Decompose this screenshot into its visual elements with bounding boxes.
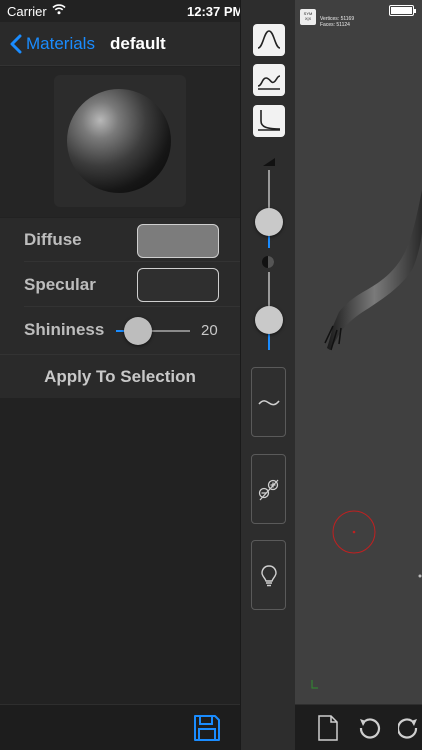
falloff-curve-icon <box>257 75 281 90</box>
shininess-row: Shininess 20 <box>24 308 240 352</box>
falloff-curve-icon <box>257 30 281 49</box>
save-button[interactable] <box>193 714 221 747</box>
back-button-label: Materials <box>26 34 95 53</box>
shininess-label: Shininess <box>24 320 105 339</box>
brush-strength-icon <box>262 256 274 268</box>
new-document-button[interactable] <box>317 714 339 747</box>
shininess-value: 20 <box>201 322 218 339</box>
brush-tool-strip <box>240 0 295 750</box>
falloff-sharp-button[interactable] <box>253 105 285 137</box>
brush-strength-thumb[interactable] <box>255 306 283 334</box>
symmetry-icon <box>258 479 279 501</box>
save-icon <box>194 715 220 741</box>
specular-color-swatch[interactable] <box>137 268 219 302</box>
brush-size-icon <box>263 158 275 166</box>
material-panel: Carrier 12:37 PM Materials default Diffu… <box>0 0 244 750</box>
redo-icon <box>396 718 418 739</box>
brush-stroke-icon <box>258 400 280 406</box>
viewport-bottom-toolbar <box>295 704 422 750</box>
falloff-smooth-button[interactable] <box>253 24 285 56</box>
lighting-button[interactable] <box>251 540 286 610</box>
lightbulb-icon <box>261 565 277 587</box>
material-preview-area <box>0 67 240 217</box>
new-document-icon <box>318 715 338 741</box>
axis-gizmo <box>311 680 318 689</box>
sculpt-viewport[interactable]: SYM X|X Vertices: 51169 Faces: 51124 <box>295 0 422 704</box>
carrier-label: Carrier <box>7 4 47 19</box>
back-button[interactable]: Materials <box>10 30 95 58</box>
stroke-button[interactable] <box>251 367 286 437</box>
material-properties: Diffuse Specular Shininess 20 Apply To S… <box>0 218 240 398</box>
left-bottom-toolbar <box>0 704 240 750</box>
wifi-icon <box>52 3 66 18</box>
diffuse-color-swatch[interactable] <box>137 224 219 258</box>
symmetry-button[interactable] <box>251 454 286 524</box>
preview-sphere <box>67 89 171 193</box>
undo-icon <box>359 718 381 739</box>
diffuse-label: Diffuse <box>24 230 82 249</box>
page-title: default <box>110 34 166 53</box>
clock: 12:37 PM <box>187 4 244 19</box>
navigation-bar: Materials default <box>0 22 240 66</box>
undo-button[interactable] <box>357 715 383 746</box>
brush-size-thumb[interactable] <box>255 208 283 236</box>
back-chevron-icon <box>10 34 22 54</box>
specular-label: Specular <box>24 275 96 294</box>
shininess-slider-thumb[interactable] <box>124 317 152 345</box>
falloff-plateau-button[interactable] <box>253 64 285 96</box>
specular-row: Specular <box>24 263 240 307</box>
status-bar: Carrier 12:37 PM <box>0 0 244 22</box>
sculpt-model <box>311 190 422 689</box>
redo-button[interactable] <box>396 715 422 746</box>
brush-strength-track[interactable] <box>268 272 270 306</box>
material-preview <box>54 75 186 207</box>
falloff-curve-icon <box>258 110 281 131</box>
diffuse-row: Diffuse <box>24 218 240 262</box>
apply-to-selection-button[interactable]: Apply To Selection <box>0 354 240 398</box>
